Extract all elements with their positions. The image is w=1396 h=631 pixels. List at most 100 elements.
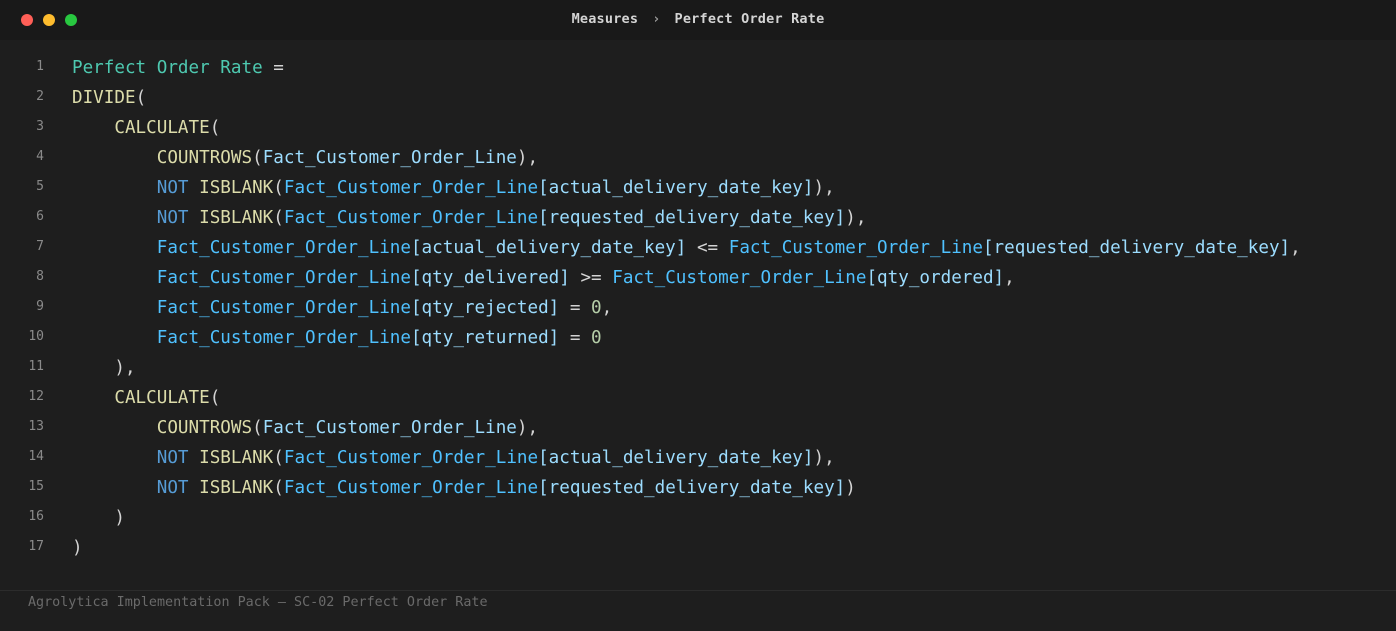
line-number: 2	[36, 89, 44, 104]
code-text: )	[72, 533, 83, 563]
code-token: 0	[591, 298, 602, 318]
code-token: [qty_rejected]	[410, 298, 560, 318]
code-token: NOT	[156, 478, 189, 498]
code-line[interactable]: 14 NOT ISBLANK(Fact_Customer_Order_Line[…	[0, 443, 1396, 473]
code-line[interactable]: 16 )	[0, 503, 1396, 533]
code-text: )	[72, 503, 125, 533]
code-line[interactable]: 2 DIVIDE(	[0, 83, 1396, 113]
code-token: =	[559, 328, 592, 348]
line-number: 15	[28, 479, 44, 494]
code-token: ISBLANK	[199, 448, 274, 468]
code-line[interactable]: 7 Fact_Customer_Order_Line[actual_delive…	[0, 233, 1396, 263]
code-token: [actual_delivery_date_key]	[538, 448, 814, 468]
code-editor[interactable]: 1 Perfect Order Rate = 2 DIVIDE(3 CALCULATE…	[0, 53, 1396, 563]
code-token: ISBLANK	[199, 208, 274, 228]
code-text: Fact_Customer_Order_Line[qty_rejected] =…	[72, 293, 612, 323]
code-token: CALCULATE	[114, 118, 210, 138]
code-token: Fact_Customer_Order_Line	[283, 478, 539, 498]
code-token: Fact_Customer_Order_Line	[156, 238, 411, 258]
code-token: 0	[591, 328, 602, 348]
code-line[interactable]: 12 CALCULATE(	[0, 383, 1396, 413]
code-token: ),	[845, 208, 867, 228]
code-line[interactable]: 8 Fact_Customer_Order_Line[qty_delivered…	[0, 263, 1396, 293]
code-line[interactable]: 4 COUNTROWS(Fact_Customer_Order_Line),	[0, 143, 1396, 173]
code-text: NOT ISBLANK(Fact_Customer_Order_Line[req…	[72, 203, 867, 233]
code-token: =	[559, 298, 592, 318]
code-token: ),	[813, 178, 835, 198]
line-number: 7	[36, 239, 44, 254]
code-token: NOT	[156, 448, 189, 468]
code-text: ),	[72, 353, 136, 383]
code-line[interactable]: 6 NOT ISBLANK(Fact_Customer_Order_Line[r…	[0, 203, 1396, 233]
line-number: 8	[36, 269, 44, 284]
code-line[interactable]: 9 Fact_Customer_Order_Line[qty_rejected]…	[0, 293, 1396, 323]
code-line[interactable]: 1 Perfect Order Rate =	[0, 53, 1396, 83]
code-token: (	[273, 478, 284, 498]
breadcrumb: Measures › Perfect Order Rate	[0, 0, 1396, 40]
code-text: COUNTROWS(Fact_Customer_Order_Line),	[72, 413, 538, 443]
code-line[interactable]: 3 CALCULATE(	[0, 113, 1396, 143]
line-number: 11	[28, 359, 44, 374]
code-token: [qty_returned]	[410, 328, 560, 348]
code-token: (	[209, 388, 221, 408]
code-text: Perfect Order Rate =	[72, 53, 284, 83]
code-token: [actual_delivery_date_key]	[538, 178, 814, 198]
code-token: ISBLANK	[199, 478, 274, 498]
code-text: Fact_Customer_Order_Line[qty_delivered] …	[72, 263, 1015, 293]
code-token: (	[135, 88, 147, 108]
code-line[interactable]: 15 NOT ISBLANK(Fact_Customer_Order_Line[…	[0, 473, 1396, 503]
code-text: Fact_Customer_Order_Line[qty_returned] =…	[72, 323, 602, 353]
line-number: 17	[28, 539, 44, 554]
code-token: (	[273, 208, 284, 228]
code-token: <=	[686, 238, 729, 258]
code-token: [requested_delivery_date_key]	[982, 238, 1291, 258]
code-line[interactable]: 17)	[0, 533, 1396, 563]
code-line[interactable]: 5 NOT ISBLANK(Fact_Customer_Order_Line[a…	[0, 173, 1396, 203]
code-token: Fact_Customer_Order_Line	[156, 268, 411, 288]
code-token: NOT	[156, 208, 189, 228]
breadcrumb-item-measures[interactable]: Measures	[572, 11, 639, 27]
code-token: (	[252, 148, 263, 168]
code-token: (	[273, 178, 284, 198]
code-token: ,	[601, 298, 613, 318]
code-text: NOT ISBLANK(Fact_Customer_Order_Line[act…	[72, 173, 835, 203]
line-number: 14	[28, 449, 44, 464]
code-token: >=	[569, 268, 613, 288]
code-line[interactable]: 10 Fact_Customer_Order_Line[qty_returned…	[0, 323, 1396, 353]
code-line[interactable]: 13 COUNTROWS(Fact_Customer_Order_Line),	[0, 413, 1396, 443]
line-number: 1	[36, 59, 44, 74]
code-text: COUNTROWS(Fact_Customer_Order_Line),	[72, 143, 538, 173]
line-number: 5	[36, 179, 44, 194]
code-token: [qty_delivered]	[410, 268, 570, 288]
code-line[interactable]: 11 ),	[0, 353, 1396, 383]
line-number: 16	[28, 509, 44, 524]
code-text: DIVIDE(	[72, 83, 146, 113]
code-token: Fact_Customer_Order_Line	[283, 208, 539, 228]
code-token: Fact_Customer_Order_Line	[156, 298, 411, 318]
code-token: Fact_Customer_Order_Line	[283, 178, 539, 198]
code-token: ),	[72, 358, 136, 378]
line-number: 6	[36, 209, 44, 224]
code-token: =	[262, 58, 284, 78]
code-token: Fact_Customer_Order_Line	[156, 328, 411, 348]
footer: Agrolytica Implementation Pack — SC-02 P…	[0, 590, 1396, 631]
code-token: NOT	[156, 178, 189, 198]
code-token: [requested_delivery_date_key]	[538, 208, 846, 228]
code-token: CALCULATE	[114, 388, 210, 408]
code-token: Fact_Customer_Order_Line	[612, 268, 867, 288]
breadcrumb-item-current: Perfect Order Rate	[674, 11, 825, 27]
code-token: )	[72, 538, 83, 558]
code-text: CALCULATE(	[72, 383, 220, 413]
code-token: Fact_Customer_Order_Line	[728, 238, 983, 258]
code-token: Perfect Order Rate	[72, 58, 263, 78]
